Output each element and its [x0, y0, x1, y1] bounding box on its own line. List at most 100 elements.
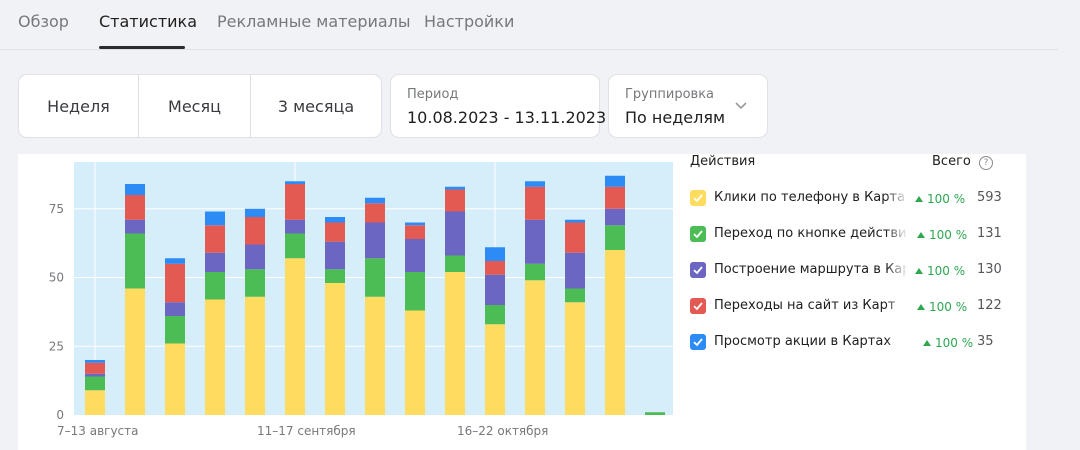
y-tick-label: 50	[49, 271, 64, 285]
bar-segment	[325, 217, 345, 223]
legend-item-change: 100 %	[915, 264, 965, 278]
bar-segment	[525, 186, 545, 220]
bar-segment	[85, 362, 105, 374]
bar-segment	[445, 189, 465, 212]
bar-segment	[445, 211, 465, 256]
legend-item[interactable]: Клики по телефону в Картах 100 % 593	[690, 188, 1010, 208]
bar-segment	[365, 258, 385, 297]
bar-segment	[445, 255, 465, 272]
period-week-button[interactable]: Неделя	[19, 75, 139, 137]
trend-up-icon	[917, 304, 925, 310]
bar-segment	[485, 274, 505, 305]
period-3months-button[interactable]: 3 месяца	[251, 75, 381, 137]
legend-actions-header: Действия	[690, 154, 756, 169]
grouping-select[interactable]: Группировка По неделям	[608, 74, 768, 138]
legend-text-fade	[886, 260, 908, 280]
legend-checkbox[interactable]	[690, 190, 706, 206]
legend-item[interactable]: Просмотр акции в Картах 100 % 35	[690, 332, 1010, 352]
bar-segment	[325, 283, 345, 415]
period-month-button[interactable]: Месяц	[139, 75, 251, 137]
bar-segment	[125, 195, 145, 220]
legend-checkbox[interactable]	[690, 334, 706, 350]
bar-segment	[165, 343, 185, 415]
active-tab-indicator	[99, 46, 185, 49]
bar-segment	[485, 261, 505, 275]
period-value: 10.08.2023 - 13.11.2023	[407, 108, 607, 127]
bar-segment	[125, 288, 145, 415]
tab-settings[interactable]: Настройки	[424, 12, 514, 31]
legend-item[interactable]: Построение маршрута в Картах 100 % 130	[690, 260, 1010, 280]
bar-segment	[565, 302, 585, 415]
bar-segment	[245, 269, 265, 297]
bar-segment	[325, 269, 345, 283]
bar-segment	[445, 186, 465, 190]
bar-segment	[405, 272, 425, 311]
legend-item-total: 122	[977, 298, 1002, 313]
legend-checkbox[interactable]	[690, 262, 706, 278]
legend-checkbox[interactable]	[690, 226, 706, 242]
bar-segment	[85, 376, 105, 391]
bar-segment	[165, 302, 185, 316]
bar-segment	[405, 222, 425, 226]
legend-total-header: Всего	[932, 154, 971, 169]
bar-segment	[365, 222, 385, 259]
bar-segment	[525, 280, 545, 415]
y-tick-label: 25	[49, 339, 64, 353]
legend-item-change-value: 100 %	[929, 228, 968, 242]
tab-overview[interactable]: Обзор	[18, 12, 69, 31]
bar-segment	[85, 360, 105, 363]
bar-segment	[205, 299, 225, 415]
legend-item[interactable]: Переходы на сайт из Карт 100 % 122	[690, 296, 1010, 316]
legend-item-name: Клики по телефону в Картах	[714, 190, 906, 205]
grouping-label: Группировка	[625, 87, 715, 102]
bar-segment	[165, 316, 185, 344]
legend-item-name: Переходы на сайт из Карт	[714, 298, 896, 313]
bar-segment	[245, 208, 265, 217]
help-icon[interactable]: ?	[979, 156, 993, 170]
bar-segment	[565, 252, 585, 289]
tab-statistics[interactable]: Статистика	[99, 12, 197, 31]
bar-segment	[645, 412, 665, 415]
legend-text-fade	[886, 188, 908, 208]
legend-item-change: 100 %	[917, 300, 967, 314]
bar-segment	[565, 219, 585, 223]
y-tick-label: 0	[56, 408, 64, 422]
bar-segment	[365, 296, 385, 415]
trend-up-icon	[915, 268, 923, 274]
trend-up-icon	[923, 340, 931, 346]
x-tick-label: 7–13 августа	[57, 424, 139, 438]
bar-segment	[165, 263, 185, 303]
bar-segment	[205, 272, 225, 300]
bar-segment	[285, 233, 305, 259]
bar-segment	[365, 197, 385, 204]
bar-segment	[405, 239, 425, 272]
bar-segment	[85, 390, 105, 415]
bar-segment	[525, 219, 545, 264]
bar-segment	[405, 310, 425, 415]
bar-segment	[445, 272, 465, 415]
bar-segment	[125, 219, 145, 234]
y-tick-label: 75	[49, 202, 64, 216]
checkmark-icon	[693, 302, 703, 311]
legend-item-name: Построение маршрута в Картах	[714, 262, 906, 277]
legend-item[interactable]: Переход по кнопке действия 100 % 131	[690, 224, 1010, 244]
bar-segment	[565, 288, 585, 303]
bar-segment	[485, 324, 505, 415]
checkmark-icon	[693, 338, 703, 347]
bar-segment	[245, 296, 265, 415]
bar-segment	[605, 250, 625, 415]
period-date-field[interactable]: Период 10.08.2023 - 13.11.2023	[390, 74, 606, 138]
legend-item-change-value: 100 %	[927, 192, 966, 206]
legend-checkbox[interactable]	[690, 298, 706, 314]
tab-ad-materials[interactable]: Рекламные материалы	[217, 12, 411, 31]
trend-up-icon	[915, 196, 923, 202]
period-segmented-control: Неделя Месяц 3 месяца	[18, 74, 382, 138]
legend-item-change-value: 100 %	[929, 300, 968, 314]
bar-segment	[245, 217, 265, 245]
bar-segment	[245, 244, 265, 270]
legend-text-fade	[886, 224, 908, 244]
legend-item-total: 130	[977, 262, 1002, 277]
bar-segment	[605, 186, 625, 209]
bar-segment	[325, 222, 345, 242]
bar-segment	[525, 181, 545, 187]
